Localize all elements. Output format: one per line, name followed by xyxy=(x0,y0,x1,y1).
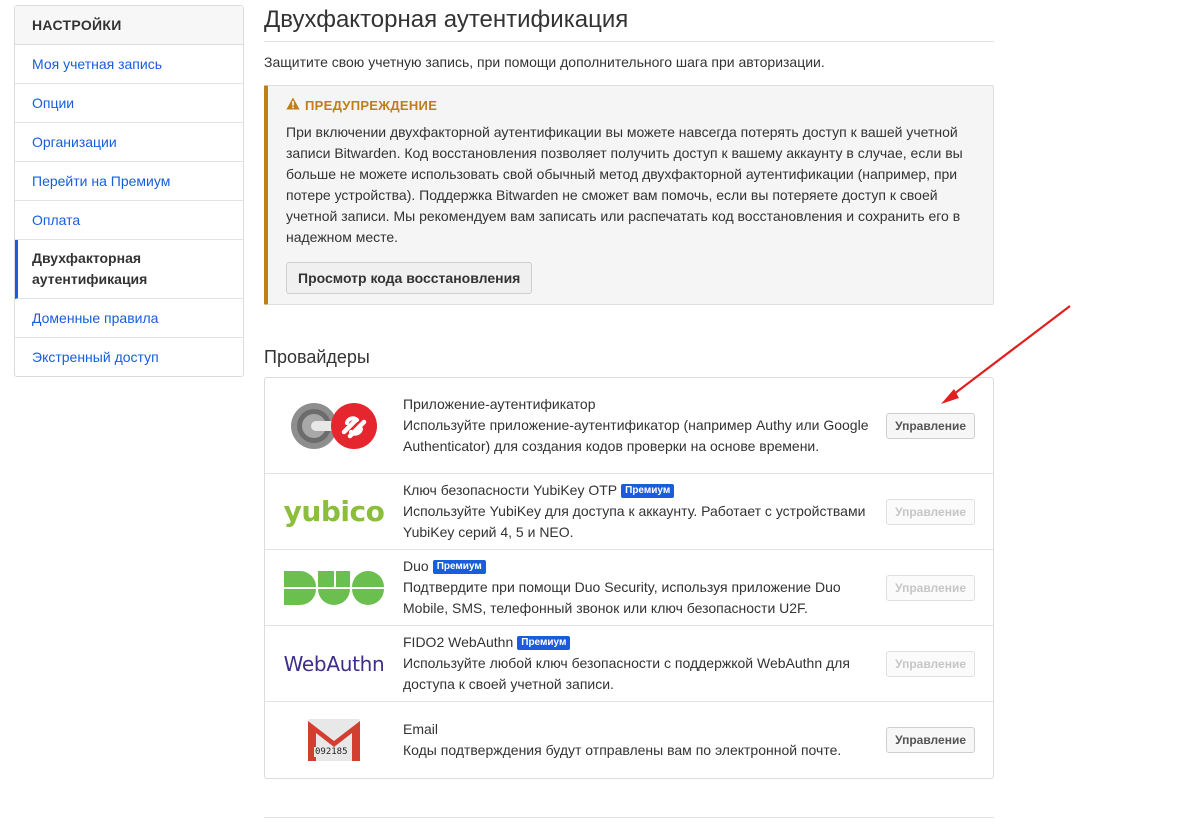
premium-badge: Премиум xyxy=(432,559,486,574)
providers-list: Приложение-аутентификатор Используйте пр… xyxy=(264,377,994,779)
manage-webauthn-button[interactable]: Управление xyxy=(886,650,975,677)
sidebar-item-emergency-access[interactable]: Экстренный доступ xyxy=(15,338,243,376)
sidebar-item-my-account[interactable]: Моя учетная запись xyxy=(15,45,243,84)
provider-name: Приложение-аутентификатор xyxy=(403,396,596,412)
manage-duo-button[interactable]: Управление xyxy=(886,574,975,601)
manage-yubikey-button[interactable]: Управление xyxy=(886,498,975,525)
premium-badge: Премиум xyxy=(517,635,571,650)
provider-authenticator: Приложение-аутентификатор Используйте пр… xyxy=(265,378,993,474)
warning-title-text: ПРЕДУПРЕЖДЕНИЕ xyxy=(305,97,438,113)
warning-triangle-icon xyxy=(286,97,300,113)
sidebar-item-domain-rules[interactable]: Доменные правила xyxy=(15,299,243,338)
sidebar-item-two-factor[interactable]: Двухфакторная аутентификация xyxy=(15,240,243,299)
providers-title: Провайдеры xyxy=(264,347,370,367)
provider-yubikey: yubico Ключ безопасности YubiKey OTP Пре… xyxy=(265,474,993,550)
duo-logo-icon xyxy=(265,570,403,605)
provider-description: Используйте любой ключ безопасности с по… xyxy=(403,655,850,692)
main-content: Двухфакторная аутентификация Защитите св… xyxy=(264,0,994,779)
provider-name: FIDO2 WebAuthn xyxy=(403,634,514,650)
provider-email: 092185 Email Коды подтверждения будут от… xyxy=(265,702,993,778)
webauthn-logo-icon: WebAuthn xyxy=(283,651,385,676)
provider-description: Используйте приложение-аутентификатор (н… xyxy=(403,417,869,454)
settings-sidebar: НАСТРОЙКИ Моя учетная запись Опции Орган… xyxy=(14,5,244,377)
provider-duo: Duo Премиум Подтвердите при помощи Duo S… xyxy=(265,550,993,626)
email-logo-icon: 092185 xyxy=(265,719,403,761)
provider-name: Email xyxy=(403,721,439,737)
provider-name: Ключ безопасности YubiKey OTP xyxy=(403,482,618,498)
manage-authenticator-button[interactable]: Управление xyxy=(886,412,975,439)
yubico-logo-icon: yubico xyxy=(283,495,385,528)
sidebar-item-billing[interactable]: Оплата xyxy=(15,201,243,240)
provider-description: Коды подтверждения будут отправлены вам … xyxy=(403,742,842,758)
premium-badge: Премиум xyxy=(621,483,675,498)
bottom-divider xyxy=(264,817,994,818)
warning-callout: ПРЕДУПРЕЖДЕНИЕ При включении двухфакторн… xyxy=(264,85,994,305)
intro-text: Защитите свою учетную запись, при помощи… xyxy=(264,54,825,70)
sidebar-item-options[interactable]: Опции xyxy=(15,84,243,123)
warning-title: ПРЕДУПРЕЖДЕНИЕ xyxy=(286,96,975,114)
sidebar-item-premium[interactable]: Перейти на Премиум xyxy=(15,162,243,201)
sidebar-header: НАСТРОЙКИ xyxy=(15,6,243,45)
sidebar-item-organizations[interactable]: Организации xyxy=(15,123,243,162)
provider-name: Duo xyxy=(403,558,429,574)
view-recovery-code-button[interactable]: Просмотр кода восстановления xyxy=(286,262,533,294)
page-title: Двухфакторная аутентификация xyxy=(264,0,994,42)
provider-description: Используйте YubiKey для доступа к аккаун… xyxy=(403,503,866,540)
warning-body: При включении двухфакторной аутентификац… xyxy=(286,124,963,245)
authenticator-logo-icon xyxy=(265,401,403,451)
provider-description: Подтвердите при помощи Duo Security, исп… xyxy=(403,579,841,616)
manage-email-button[interactable]: Управление xyxy=(886,727,975,753)
provider-webauthn: WebAuthn FIDO2 WebAuthn Премиум Использу… xyxy=(265,626,993,702)
